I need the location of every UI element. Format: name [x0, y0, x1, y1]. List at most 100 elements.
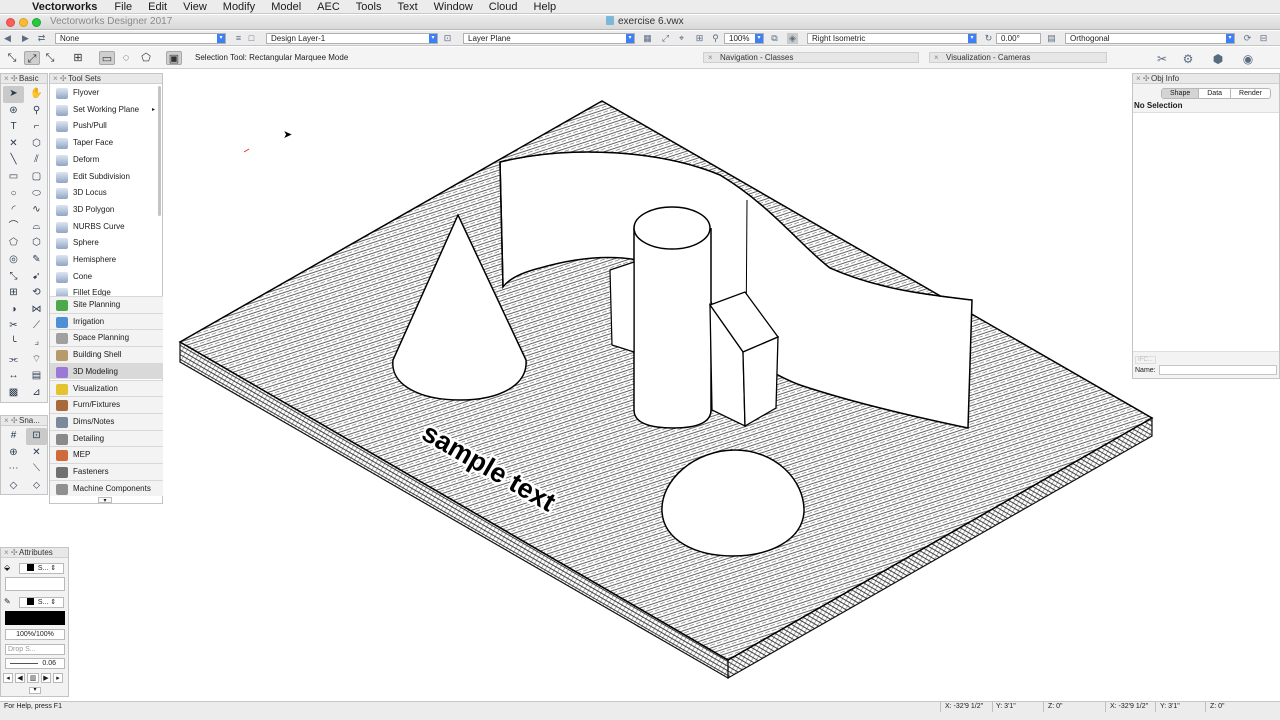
menu-text[interactable]: Text [389, 0, 425, 14]
menu-help[interactable]: Help [526, 0, 565, 14]
symbol-tool-icon[interactable]: ⬡ [26, 136, 47, 153]
selection-mode-2-icon[interactable]: ⤢ [24, 51, 40, 65]
locus-tool-icon[interactable]: ✕ [3, 136, 24, 153]
line-weight-field[interactable]: 0.06 [5, 658, 65, 669]
polygon-tool-icon[interactable]: ⌓ [26, 219, 47, 236]
spiral-tool-icon[interactable]: ◎ [3, 252, 24, 269]
marker-left-icon[interactable]: ◀ [15, 673, 25, 683]
oval-tool-icon[interactable]: ⬭ [26, 186, 47, 203]
menu-view[interactable]: View [175, 0, 215, 14]
working-plane-icon[interactable]: ⊡ [442, 33, 453, 44]
snap-tangent-icon[interactable]: ◇ [3, 478, 24, 495]
tool-set-item[interactable]: Detailing [50, 429, 163, 447]
hatch-tool-icon[interactable]: ▩ [3, 385, 24, 402]
snap-surface-icon[interactable]: ⬦ [26, 478, 47, 495]
marker-end-icon[interactable]: ▸ [53, 673, 63, 683]
callout-tool-icon[interactable]: ⌐ [26, 119, 47, 136]
view-select[interactable]: Right Isometric ▾ [807, 33, 977, 44]
menu-modify[interactable]: Modify [215, 0, 263, 14]
tool-item[interactable]: Set Working Plane ▸ [50, 102, 157, 119]
render-mode-icon[interactable]: ◈ [787, 33, 798, 44]
menu-cloud[interactable]: Cloud [481, 0, 526, 14]
mirror-tool-icon[interactable]: ◑ [3, 302, 24, 319]
opacity-field[interactable]: 100%/100% [5, 629, 65, 640]
tool-item[interactable]: 3D Locus [50, 185, 157, 202]
active-plane-select[interactable]: Layer Plane ▾ [463, 33, 635, 44]
active-class-select[interactable]: None ▾ [55, 33, 226, 44]
menu-tools[interactable]: Tools [348, 0, 390, 14]
rectangle-tool-icon[interactable]: ▭ [3, 169, 24, 186]
dimension-tool-icon[interactable]: ↔ [3, 368, 24, 385]
pen-preview[interactable] [5, 611, 65, 625]
tool-set-item[interactable]: Machine Components [50, 479, 163, 497]
regular-polygon-tool-icon[interactable]: ⬡ [26, 235, 47, 252]
tool-set-item[interactable]: Fasteners [50, 463, 163, 480]
close-icon[interactable]: × ✣ [4, 416, 18, 426]
rotation-angle-field[interactable]: 0.00° [996, 33, 1041, 44]
attribute-mapping-tool-icon[interactable]: ➹ [26, 269, 47, 286]
connect-tool-icon[interactable]: ⟋ [26, 318, 47, 335]
trim-tool-icon[interactable]: ✂ [3, 318, 24, 335]
fill-style-select[interactable]: S... ⇕ [19, 563, 64, 574]
tool-set-item[interactable]: Space Planning [50, 329, 163, 347]
split-tool-icon[interactable]: ⋈ [26, 302, 47, 319]
flip-icon[interactable]: ⤢ [660, 33, 671, 44]
window-close-button[interactable] [6, 18, 15, 27]
circle-tool-icon[interactable]: ○ [3, 186, 24, 203]
lasso-marquee-icon[interactable]: ◌ [118, 51, 134, 65]
close-icon[interactable]: × ✣ [4, 74, 18, 84]
tool-item[interactable]: Hemisphere [50, 252, 157, 269]
tool-preferences-icon[interactable]: ▣ [166, 51, 182, 65]
rotate-plan-icon[interactable]: ↻ [983, 33, 994, 44]
fit-to-page-icon[interactable]: ⊞ [694, 33, 705, 44]
double-line-tool-icon[interactable]: ⫽ [26, 152, 47, 169]
line-tool-icon[interactable]: ╲ [3, 152, 24, 169]
tool-item[interactable]: Taper Face [50, 135, 157, 152]
back-arrow-icon[interactable]: ◀ [2, 33, 13, 44]
menu-model[interactable]: Model [263, 0, 309, 14]
menu-window[interactable]: Window [426, 0, 481, 14]
menu-file[interactable]: File [106, 0, 140, 14]
tab-data[interactable]: Data [1199, 89, 1232, 98]
clip-tool-icon[interactable]: ⌔ [26, 352, 47, 369]
pen-style-select[interactable]: S... ⇕ [19, 597, 64, 608]
layers-icon[interactable]: ≡ [233, 33, 244, 44]
tool-set-item[interactable]: Furn/Fixtures [50, 396, 163, 413]
flyover-tool-icon[interactable]: ⊛ [3, 103, 24, 120]
chamfer-tool-icon[interactable]: ⟓ [26, 335, 47, 352]
snap-distance-icon[interactable]: ⋯ [3, 461, 24, 478]
tab-render[interactable]: Render [1231, 89, 1270, 98]
close-icon[interactable]: × ✣ [53, 74, 67, 84]
text-tool-icon[interactable]: T [3, 119, 24, 136]
view-options-icon[interactable]: ⊟ [1258, 33, 1269, 44]
render-tool-icon[interactable]: ⬢ [1210, 52, 1226, 66]
tool-set-item[interactable]: Irrigation [50, 312, 163, 330]
close-icon[interactable]: × ✣ [4, 548, 18, 558]
window-zoom-button[interactable] [32, 18, 41, 27]
double-polygon-tool-icon[interactable]: ⬠ [3, 235, 24, 252]
reshape-tool-icon[interactable]: ⤡ [3, 269, 24, 286]
snap-grid-icon[interactable]: # [3, 428, 24, 445]
rounded-rect-tool-icon[interactable]: ▢ [26, 169, 47, 186]
marker-style-icon[interactable]: ▥ [27, 673, 39, 683]
tool-item[interactable]: Sphere [50, 235, 157, 252]
marquee-options-icon[interactable]: ⊞ [70, 51, 86, 65]
eyedropper-tool-icon[interactable]: ✎ [26, 252, 47, 269]
tool-set-item[interactable]: Site Planning [50, 296, 163, 313]
forward-arrow-icon[interactable]: ▶ [20, 33, 31, 44]
tool-item[interactable]: 3D Polygon [50, 202, 157, 219]
layer-options-icon[interactable]: □ [246, 33, 257, 44]
projection-select[interactable]: Orthogonal ▾ [1065, 33, 1235, 44]
rotate-tool-icon[interactable]: ⟲ [26, 285, 47, 302]
tape-measure-tool-icon[interactable]: ▤ [26, 368, 47, 385]
chevron-down-icon[interactable]: ▾ [98, 497, 112, 504]
close-icon[interactable]: × [934, 53, 939, 62]
tool-item[interactable]: Edit Subdivision [50, 169, 157, 186]
drawing-canvas[interactable]: sample text [170, 95, 1160, 685]
tool-set-item[interactable]: Building Shell [50, 346, 163, 363]
tool-item[interactable]: Cone [50, 269, 157, 286]
polygon-marquee-icon[interactable]: ⬠ [138, 51, 154, 65]
arc-tool-icon[interactable]: ◜ [3, 202, 24, 219]
marker-right-icon[interactable]: ▶ [41, 673, 51, 683]
menu-app-name[interactable]: Vectorworks [24, 0, 106, 14]
